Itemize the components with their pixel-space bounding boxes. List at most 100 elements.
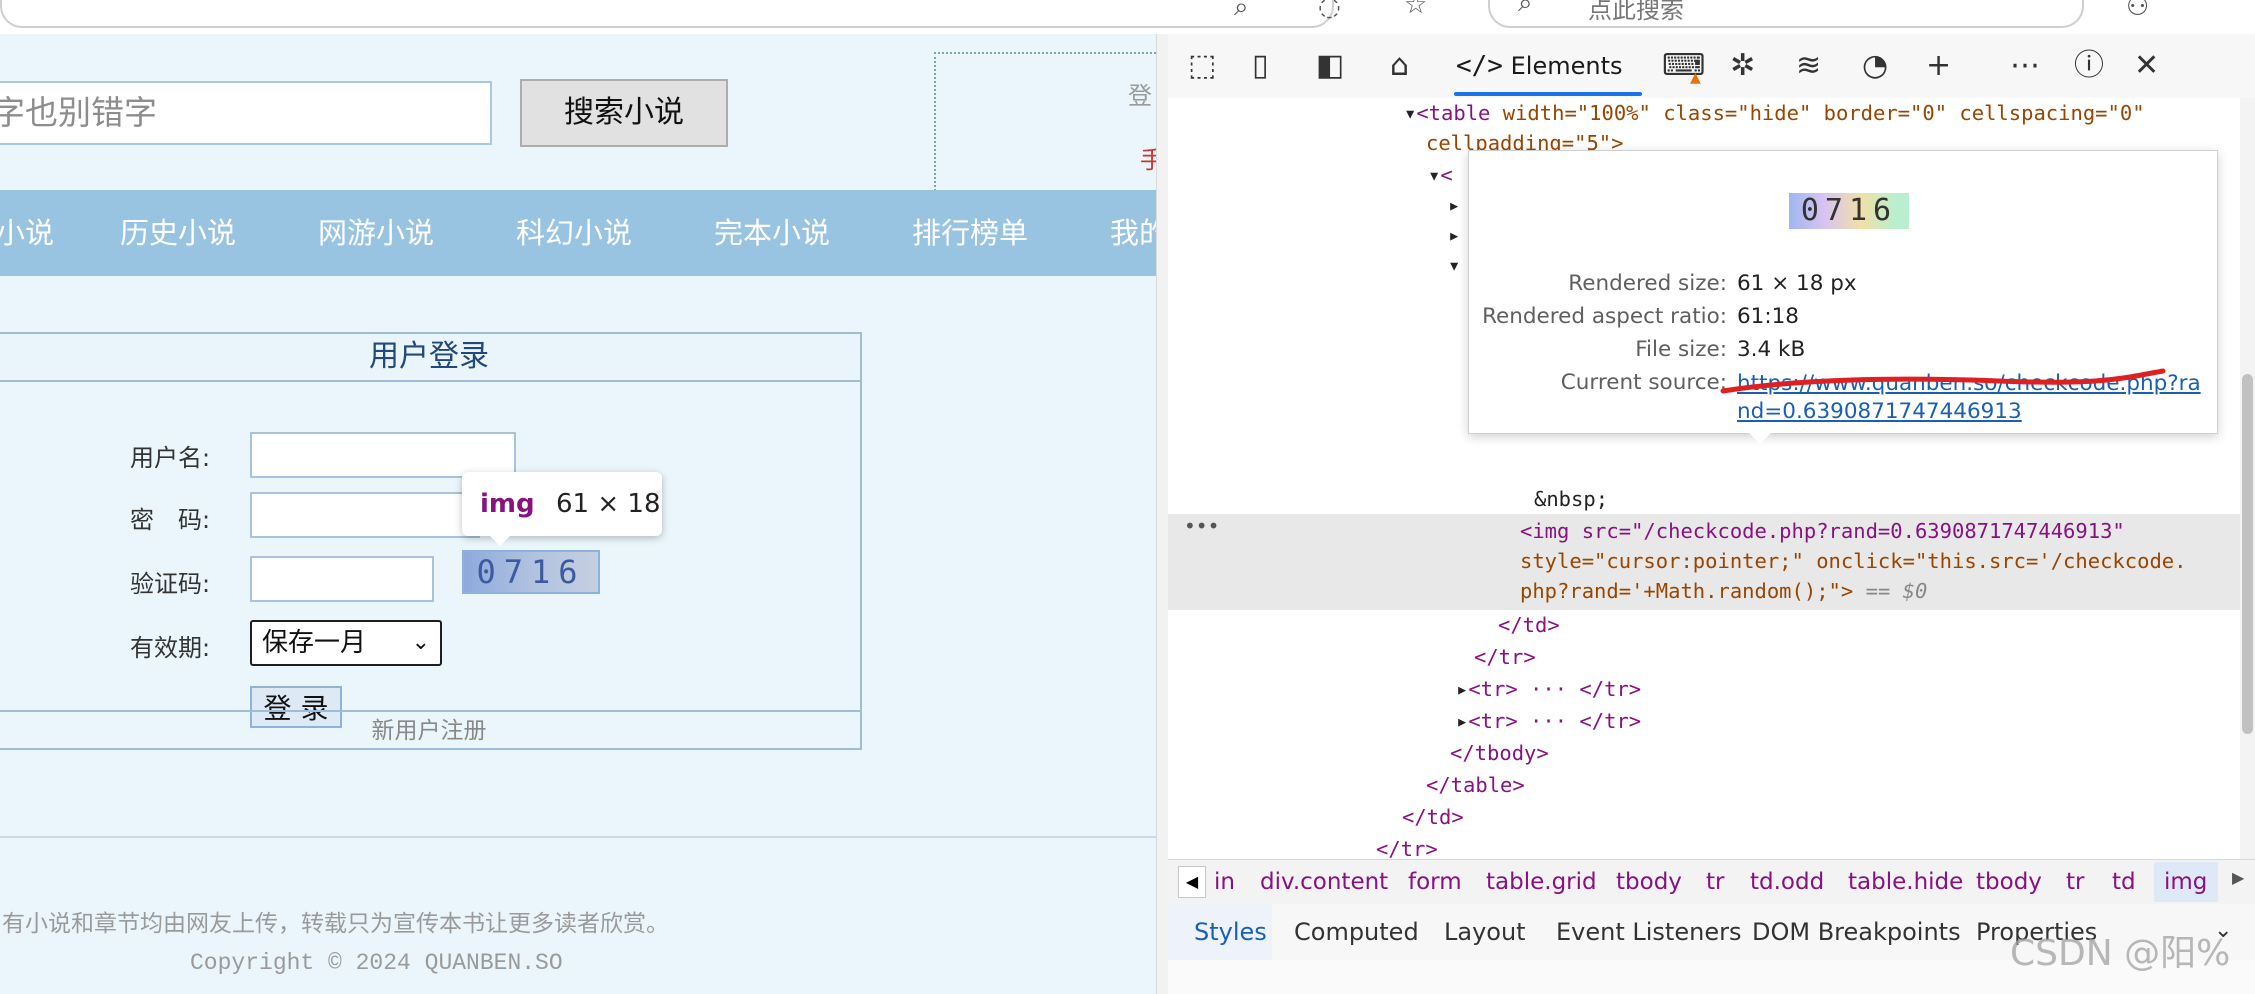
dom-selected-marker: == $0 bbox=[1853, 579, 1928, 603]
captcha-field[interactable] bbox=[250, 556, 434, 602]
rendered-size-label: Rendered size: bbox=[1568, 271, 1727, 296]
crumb-tbody[interactable]: tbody bbox=[1616, 860, 1682, 904]
network-icon[interactable]: ≋ bbox=[1796, 48, 1821, 84]
browser-top-strip: ⌕ ◌ ☆ ⌕ 点此搜索 ⚇ bbox=[0, 0, 2255, 35]
welcome-home-icon[interactable]: ⌂ bbox=[1390, 48, 1409, 84]
dom-tree-scrollbar[interactable] bbox=[2240, 98, 2255, 859]
close-icon[interactable]: ✕ bbox=[2134, 48, 2159, 84]
help-icon[interactable]: ⓘ bbox=[2074, 48, 2104, 84]
dom-line-collapsed-2[interactable]: ▸ bbox=[1448, 220, 1460, 250]
breadcrumb-scroll-left-icon[interactable]: ◀ bbox=[1178, 866, 1206, 898]
web-page: 字也别错字 搜索小说 登 手 小说 历史小说 网游小说 科幻小说 完本小说 排行… bbox=[0, 34, 1156, 994]
breadcrumb-scroll-right-icon[interactable]: ▶ bbox=[2232, 868, 2244, 887]
dom-line-collapsed-1[interactable]: ▸ bbox=[1448, 190, 1460, 220]
nav-item-novel[interactable]: 小说 bbox=[0, 190, 54, 276]
dom-breadcrumb: ◀ in div.content form table.grid tbody t… bbox=[1168, 859, 2255, 905]
dom-line-expanded[interactable]: ▾ bbox=[1448, 250, 1460, 280]
header-login-link[interactable]: 登 bbox=[1128, 76, 1152, 111]
tab-event-listeners[interactable]: Event Listeners bbox=[1556, 904, 1741, 960]
dom-line-td-close-2[interactable]: </td> bbox=[1402, 802, 1464, 832]
dom-line-tr-close[interactable]: </tr> bbox=[1474, 642, 1536, 672]
inspect-element-icon[interactable]: ⬚ bbox=[1188, 48, 1216, 84]
crumb-in[interactable]: in bbox=[1214, 860, 1235, 904]
search-novel-button[interactable]: 搜索小说 bbox=[520, 79, 728, 147]
footer-divider bbox=[0, 836, 1156, 838]
tab-dom-breakpoints[interactable]: DOM Breakpoints bbox=[1752, 904, 1961, 960]
crumb-table-hide[interactable]: table.hide bbox=[1848, 860, 1963, 904]
nav-item-scifi[interactable]: 科幻小说 bbox=[516, 190, 632, 276]
username-label: 用户名: bbox=[130, 444, 211, 472]
preview-image: 0716 bbox=[1789, 193, 1909, 229]
crumb-table-grid[interactable]: table.grid bbox=[1486, 860, 1597, 904]
crumb-tbody-2[interactable]: tbody bbox=[1976, 860, 2042, 904]
tooltip-tag: img bbox=[480, 489, 535, 519]
dock-side-icon[interactable]: ◧ bbox=[1316, 48, 1344, 84]
nav-item-ranking[interactable]: 排行榜单 bbox=[912, 190, 1028, 276]
active-tab-indicator bbox=[1454, 92, 1642, 96]
refresh-icon[interactable]: ◌ bbox=[1318, 0, 1341, 22]
zoom-icon[interactable]: ⌕ bbox=[1234, 0, 1249, 23]
tab-elements[interactable]: </> Elements bbox=[1456, 48, 1622, 84]
device-emulation-icon[interactable]: ▯ bbox=[1252, 48, 1269, 84]
dom-line-table-close[interactable]: </table> bbox=[1426, 770, 1525, 800]
password-label: 密 码: bbox=[130, 506, 211, 534]
tooltip-arrow bbox=[488, 534, 512, 546]
dom-tree-scroll-thumb[interactable] bbox=[2242, 374, 2253, 734]
more-options-icon[interactable]: ⋯ bbox=[2010, 48, 2040, 84]
dom-line-tbody-close[interactable]: </tbody> bbox=[1450, 738, 1549, 768]
profile-icon[interactable]: ⚇ bbox=[2126, 0, 2149, 22]
dom-line-tr-collapsed-1[interactable]: ▸<tr> ··· </tr> bbox=[1456, 674, 1641, 704]
crumb-img[interactable]: img bbox=[2164, 860, 2207, 904]
crumb-td[interactable]: td bbox=[2112, 860, 2136, 904]
dom-line-tbody-toggle[interactable]: ▾< bbox=[1428, 160, 1453, 190]
dom-tag-table: <table bbox=[1416, 101, 1491, 125]
nav-item-online-game[interactable]: 网游小说 bbox=[318, 190, 434, 276]
captcha-image[interactable]: 0716 bbox=[462, 550, 600, 594]
search-icon: ⌕ bbox=[1518, 0, 1533, 18]
top-search-box[interactable]: ⌕ 点此搜索 bbox=[1488, 0, 2084, 28]
performance-icon[interactable]: ◔ bbox=[1862, 48, 1888, 84]
dom-img-onclick-end: php?rand='+Math.random();"> bbox=[1520, 579, 1854, 603]
dom-line-img-2[interactable]: style="cursor:pointer;" onclick="this.sr… bbox=[1520, 546, 2186, 576]
address-bar[interactable] bbox=[0, 0, 1334, 28]
red-annotation-stroke bbox=[1720, 368, 2166, 394]
dom-line-tr-close-2[interactable]: </tr> bbox=[1376, 834, 1438, 859]
tab-styles[interactable]: Styles bbox=[1194, 904, 1267, 960]
sources-bug-icon[interactable]: ✲ bbox=[1730, 48, 1755, 84]
node-more-icon[interactable]: ••• bbox=[1184, 514, 1219, 538]
dom-tr-collapsed-2-text: <tr> ··· </tr> bbox=[1468, 709, 1642, 733]
dom-line-img-3[interactable]: php?rand='+Math.random();"> == $0 bbox=[1520, 576, 1927, 606]
dom-line-img-1[interactable]: <img src="/checkcode.php?rand=0.63908717… bbox=[1520, 516, 2125, 546]
header-mobile-link[interactable]: 手 bbox=[1140, 140, 1156, 175]
password-field[interactable] bbox=[250, 492, 480, 538]
dom-table-attrs: width="100%" class="hide" border="0" cel… bbox=[1490, 101, 2145, 125]
validity-select[interactable]: 保存一月 ⌄ bbox=[250, 620, 442, 666]
dom-line-td-close[interactable]: </td> bbox=[1498, 610, 1560, 640]
crumb-tr-2[interactable]: tr bbox=[2066, 860, 2084, 904]
nav-item-my[interactable]: 我的 bbox=[1110, 190, 1156, 276]
login-panel-title: 用户登录 bbox=[0, 334, 860, 382]
crumb-td-odd[interactable]: td.odd bbox=[1750, 860, 1824, 904]
crumb-tr[interactable]: tr bbox=[1706, 860, 1724, 904]
tab-layout[interactable]: Layout bbox=[1444, 904, 1526, 960]
crumb-div-content[interactable]: div.content bbox=[1260, 860, 1388, 904]
element-inspect-tooltip: img 61 × 18 bbox=[462, 472, 662, 536]
file-size-label: File size: bbox=[1635, 337, 1727, 362]
current-source-label: Current source: bbox=[1560, 370, 1727, 395]
novel-search-input[interactable]: 字也别错字 bbox=[0, 81, 492, 145]
dom-line-table[interactable]: ▾<table width="100%" class="hide" border… bbox=[1404, 98, 2145, 128]
aspect-ratio-label: Rendered aspect ratio: bbox=[1482, 304, 1727, 329]
crumb-form[interactable]: form bbox=[1408, 860, 1462, 904]
tab-computed[interactable]: Computed bbox=[1294, 904, 1419, 960]
nav-item-completed[interactable]: 完本小说 bbox=[714, 190, 830, 276]
dom-line-nbsp[interactable]: &nbsp; bbox=[1534, 484, 1608, 514]
code-icon: </> bbox=[1456, 51, 1503, 81]
preview-arrow bbox=[1746, 430, 1774, 444]
favorite-star-icon[interactable]: ☆ bbox=[1404, 0, 1427, 20]
dom-line-tr-collapsed-2[interactable]: ▸<tr> ··· </tr> bbox=[1456, 706, 1641, 736]
nav-item-history[interactable]: 历史小说 bbox=[120, 190, 236, 276]
validity-label: 有效期: bbox=[130, 634, 211, 662]
tooltip-dimensions: 61 × 18 bbox=[556, 489, 661, 519]
add-tool-icon[interactable]: + bbox=[1926, 48, 1951, 84]
register-link[interactable]: 新用户注册 bbox=[0, 712, 860, 750]
